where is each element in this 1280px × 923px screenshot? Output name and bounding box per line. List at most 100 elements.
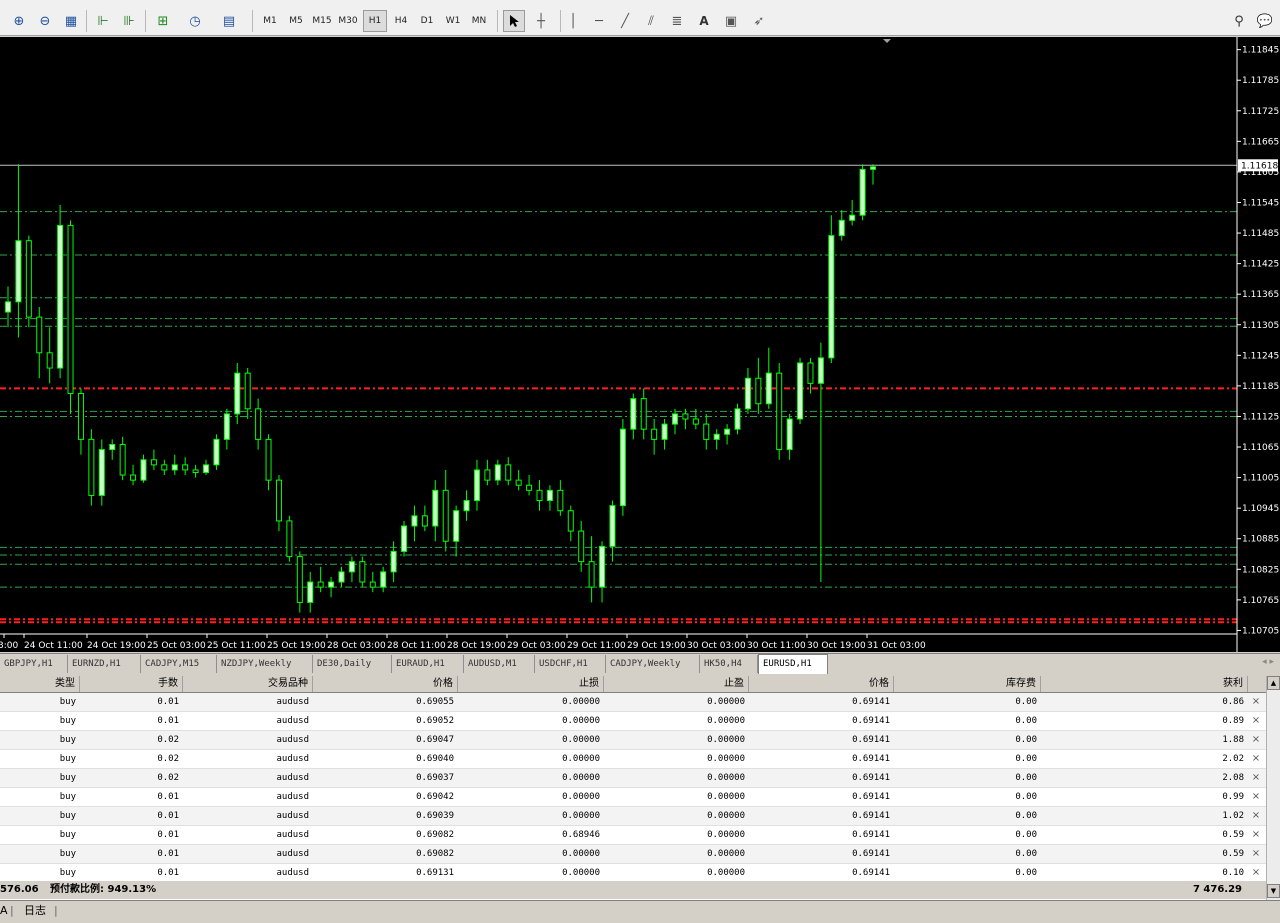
trade-row[interactable]: buy 0.02 audusd 0.69047 0.00000 0.00000 0.6914… [0,731,1266,750]
chart-tab[interactable]: EURUSD,H1 [758,654,828,674]
close-order-icon[interactable]: × [1250,845,1262,863]
trendline-icon[interactable]: ╱ [616,12,634,30]
close-order-icon[interactable]: × [1250,750,1262,768]
time-axis-label: 28 Oct 03:00 [327,641,386,651]
vertical-line-icon[interactable]: │ [564,12,582,30]
bearish-candle [442,489,449,542]
close-order-icon[interactable]: × [1250,731,1262,749]
timeframe-button-m5[interactable]: M5 [284,10,308,32]
close-order-icon[interactable]: × [1250,712,1262,730]
bearish-candle [776,372,783,451]
timeframe-button-h4[interactable]: H4 [389,10,413,32]
time-axis-label: 24 Oct 19:00 [87,641,146,651]
timeframe-button-m1[interactable]: M1 [258,10,282,32]
bullish-candle [859,168,866,216]
trade-row[interactable]: buy 0.01 audusd 0.69039 0.00000 0.00000 0.6914… [0,807,1266,826]
trade-cell: audusd [276,868,309,878]
periods-icon[interactable]: ◷ [186,12,204,30]
column-header[interactable]: 类型 [0,676,80,692]
close-order-icon[interactable]: × [1250,769,1262,787]
time-axis-label: 31 Oct 03:00 [867,641,926,651]
bearish-candle [150,459,157,466]
chart-tab[interactable]: NZDJPY,Weekly [217,655,313,673]
column-header[interactable]: 止损 [458,676,604,692]
timeframe-button-m15[interactable]: M15 [310,10,334,32]
tab-scroll-arrows[interactable]: ◂ ▸ [1262,657,1274,667]
timeframe-button-d1[interactable]: D1 [415,10,439,32]
bullish-candle [109,443,116,451]
trade-row[interactable]: buy 0.01 audusd 0.69082 0.00000 0.00000 0.6914… [0,845,1266,864]
zoom-in-icon[interactable]: ⊕ [10,12,28,30]
scroll-up-arrow-icon[interactable]: ▲ [1267,676,1280,690]
scroll-down-arrow-icon[interactable]: ▼ [1267,884,1280,898]
chat-icon[interactable]: 💬 [1256,12,1274,30]
crosshair-icon[interactable]: ┼ [532,12,550,30]
trade-row[interactable]: buy 0.01 audusd 0.69042 0.00000 0.00000 0.6914… [0,788,1266,807]
trade-row[interactable]: buy 0.02 audusd 0.69037 0.00000 0.00000 0.6914… [0,769,1266,788]
column-header[interactable]: 交易品种 [183,676,313,692]
arrows-icon[interactable]: ➶ [750,12,768,30]
tab-divider: | [10,904,14,917]
trade-row[interactable]: buy 0.02 audusd 0.69040 0.00000 0.00000 0.6914… [0,750,1266,769]
indicators-icon[interactable]: ⊞ [154,12,172,30]
bearish-candle [130,474,137,481]
text-tool-button[interactable]: A [694,10,714,32]
journal-tab[interactable]: 日志 [24,901,46,921]
chart-tab[interactable]: EURAUD,H1 [392,655,464,673]
auto-scroll-icon[interactable]: ⊪ [120,12,138,30]
column-header[interactable]: 手数 [80,676,183,692]
horizontal-line-icon[interactable]: ─ [590,12,608,30]
trade-cell: 0.01 [157,830,179,840]
column-header[interactable]: 库存费 [894,676,1041,692]
close-order-icon[interactable]: × [1250,788,1262,806]
price-axis-label: 1.11125 [1242,412,1279,422]
trade-row[interactable]: buy 0.01 audusd 0.69082 0.68946 0.00000 0.6914… [0,826,1266,845]
terminal-scrollbar[interactable]: ▲ ▼ [1266,676,1280,900]
trade-row[interactable]: buy 0.01 audusd 0.69055 0.00000 0.00000 0.6914… [0,693,1266,712]
trade-cell: 0.01 [157,849,179,859]
column-header[interactable]: 价格 [749,676,894,692]
timeframe-button-m30[interactable]: M30 [336,10,360,32]
cursor-icon [510,15,519,27]
chart-tab[interactable]: DE30,Daily [313,655,392,673]
trade-cell: buy [59,792,76,802]
cursor-tool-button[interactable] [503,10,525,32]
bullish-candle [328,581,335,588]
tile-windows-icon[interactable]: ▦ [62,12,80,30]
chart-tab[interactable]: HK50,H4 [700,655,758,673]
chart-tab[interactable]: EURNZD,H1 [68,655,141,673]
trade-row[interactable]: buy 0.01 audusd 0.69052 0.00000 0.00000 0.6914… [0,712,1266,731]
timeframe-button-h1[interactable]: H1 [363,10,387,32]
text-label-icon[interactable]: ▣ [722,12,740,30]
close-order-icon[interactable]: × [1250,693,1262,711]
bearish-candle [578,530,585,563]
chart-tab[interactable]: GBPJPY,H1 [0,655,68,673]
chart-tab[interactable]: CADJPY,M15 [141,655,217,673]
trade-cell: 0.00 [1015,773,1037,783]
tab-fragment[interactable]: A [0,901,8,921]
trade-cell: 0.00000 [707,868,745,878]
close-order-icon[interactable]: × [1250,807,1262,825]
price-axis-label: 1.11305 [1242,321,1279,331]
timeframe-button-mn[interactable]: MN [467,10,491,32]
column-header[interactable]: 获利 [1041,676,1248,692]
chart-tab[interactable]: CADJPY,Weekly [606,655,700,673]
timeframe-button-w1[interactable]: W1 [441,10,465,32]
column-header[interactable]: 止盈 [604,676,749,692]
price-chart[interactable]: 1.11845 1.11785 1.11725 1.11665 1.11605 1.115… [0,37,1280,652]
search-icon[interactable]: ⚲ [1230,12,1248,30]
column-header[interactable]: 价格 [313,676,458,692]
fibonacci-icon[interactable]: ≣ [668,12,686,30]
bearish-candle [296,556,303,603]
templates-icon[interactable]: ▤ [220,12,238,30]
chart-tab[interactable]: USDCHF,H1 [535,655,606,673]
bearish-candle [588,561,595,588]
close-order-icon[interactable]: × [1250,864,1262,882]
trade-cell: buy [59,849,76,859]
equidistant-channel-icon[interactable]: ⫽ [642,12,660,30]
zoom-out-icon[interactable]: ⊖ [36,12,54,30]
close-order-icon[interactable]: × [1250,826,1262,844]
chart-tab[interactable]: AUDUSD,M1 [464,655,535,673]
trade-cell: 0.69141 [852,716,890,726]
chart-shift-icon[interactable]: ⊩ [94,12,112,30]
